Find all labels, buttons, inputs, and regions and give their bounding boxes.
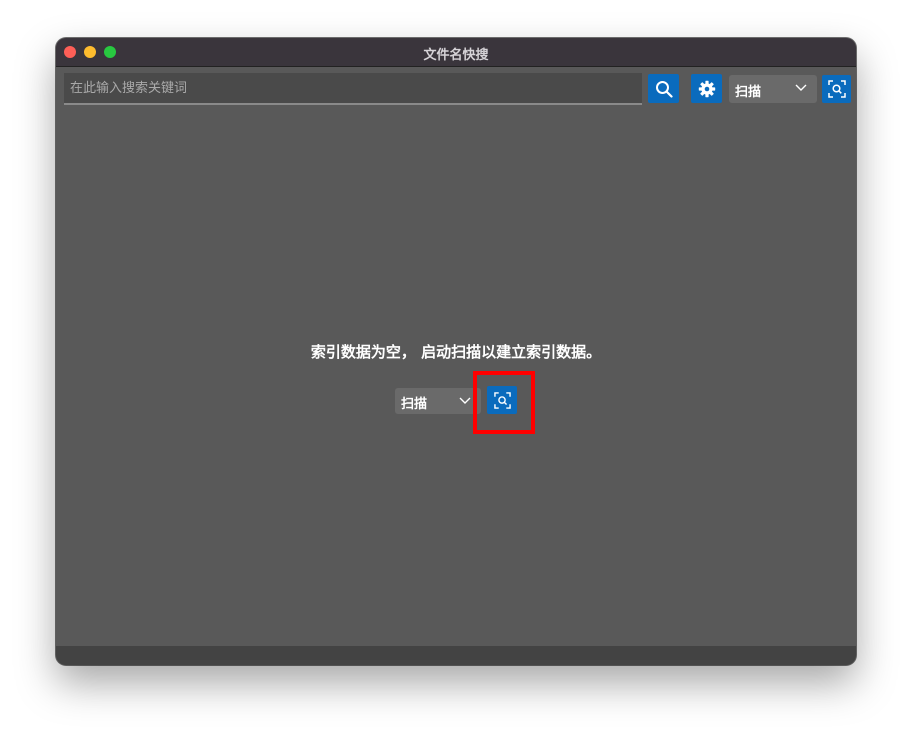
- chevron-down-icon: [795, 84, 807, 91]
- search-input[interactable]: [64, 73, 642, 105]
- search-icon: [655, 80, 673, 98]
- search-button[interactable]: [648, 74, 679, 103]
- toolbar: 扫描: [56, 67, 856, 109]
- scan-start-button[interactable]: [822, 75, 851, 103]
- center-scan-mode-select-value: 扫描: [401, 397, 428, 412]
- highlight-box: [473, 371, 535, 434]
- app-window: 文件名快搜 在此输入搜索关键词 扫描 索引数据为空， 启动扫描以建立索引数据。 …: [56, 38, 856, 665]
- empty-index-message: 索引数据为空， 启动扫描以建立索引数据。: [310, 343, 602, 361]
- scan-mode-select[interactable]: 扫描: [729, 75, 817, 103]
- title-bar: 文件名快搜: [56, 38, 856, 67]
- chevron-down-icon: [459, 397, 471, 404]
- scan-icon: [827, 80, 846, 98]
- status-bar: [56, 646, 856, 665]
- window-title: 文件名快搜: [423, 48, 489, 63]
- scan-mode-select-value: 扫描: [735, 85, 762, 100]
- settings-button[interactable]: [691, 74, 722, 103]
- center-scan-mode-select[interactable]: 扫描: [395, 388, 481, 414]
- gear-icon: [698, 80, 715, 97]
